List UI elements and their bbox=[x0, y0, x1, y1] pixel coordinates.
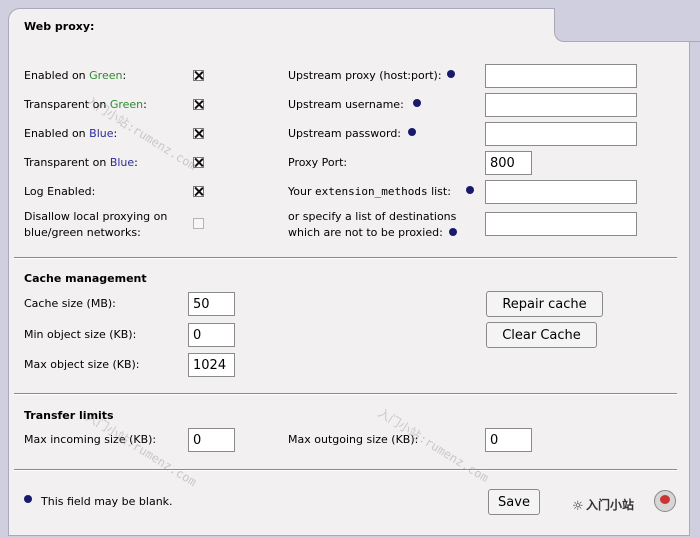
no-proxy-label-1: or specify a list of destinations bbox=[288, 210, 457, 223]
cache-size-label: Cache size (MB): bbox=[24, 297, 116, 310]
disallow-local-checkbox[interactable] bbox=[193, 218, 204, 229]
min-object-size-label: Min object size (KB): bbox=[24, 328, 137, 341]
repair-cache-button[interactable]: Repair cache bbox=[486, 291, 603, 317]
max-outgoing-size-input[interactable] bbox=[485, 428, 532, 452]
site-logo-text: 入门小站 bbox=[586, 498, 635, 512]
max-outgoing-size-label: Max outgoing size (KB): bbox=[288, 433, 419, 446]
blank-field-note: This field may be blank. bbox=[41, 495, 173, 508]
disallow-local-label-2: blue/green networks: bbox=[24, 226, 141, 239]
enabled-green-label: Enabled on Green: bbox=[24, 69, 127, 82]
no-proxy-input[interactable] bbox=[485, 212, 637, 236]
upstream-username-label: Upstream username: bbox=[288, 98, 404, 111]
upstream-password-input[interactable] bbox=[485, 122, 637, 146]
no-proxy-label-2: which are not to be proxied: bbox=[288, 226, 443, 239]
log-enabled-label: Log Enabled: bbox=[24, 185, 96, 198]
extension-methods-input[interactable] bbox=[485, 180, 637, 204]
max-object-size-label: Max object size (KB): bbox=[24, 358, 140, 371]
blank-allowed-dot-icon bbox=[408, 128, 416, 136]
extension-methods-label: Your extension_methods list: bbox=[288, 185, 451, 198]
max-object-size-input[interactable] bbox=[188, 353, 235, 377]
min-object-size-input[interactable] bbox=[188, 323, 235, 347]
max-incoming-size-input[interactable] bbox=[188, 428, 235, 452]
blank-allowed-dot-icon bbox=[466, 186, 474, 194]
upstream-password-label: Upstream password: bbox=[288, 127, 402, 140]
transparent-green-checkbox[interactable] bbox=[193, 99, 204, 110]
bird-logo-icon bbox=[654, 490, 676, 512]
blank-allowed-dot-icon bbox=[449, 228, 457, 236]
upstream-proxy-input[interactable] bbox=[485, 64, 637, 88]
tab-notch bbox=[554, 8, 700, 42]
wechat-icon: ☼ bbox=[572, 499, 584, 514]
section-divider bbox=[14, 393, 677, 395]
blank-allowed-dot-icon bbox=[413, 99, 421, 107]
cache-heading: Cache management bbox=[24, 272, 147, 285]
enabled-green-checkbox[interactable] bbox=[193, 70, 204, 81]
proxy-port-label: Proxy Port: bbox=[288, 156, 348, 169]
section-divider bbox=[14, 469, 677, 471]
section-title: Web proxy: bbox=[24, 20, 95, 33]
legend-dot-icon bbox=[24, 495, 32, 503]
blank-allowed-dot-icon bbox=[447, 70, 455, 78]
proxy-port-input[interactable] bbox=[485, 151, 532, 175]
clear-cache-button[interactable]: Clear Cache bbox=[486, 322, 597, 348]
transparent-blue-label: Transparent on Blue: bbox=[24, 156, 138, 169]
cache-size-input[interactable] bbox=[188, 292, 235, 316]
enabled-blue-checkbox[interactable] bbox=[193, 128, 204, 139]
enabled-blue-label: Enabled on Blue: bbox=[24, 127, 118, 140]
upstream-username-input[interactable] bbox=[485, 93, 637, 117]
section-divider bbox=[14, 257, 677, 259]
disallow-local-label-1: Disallow local proxying on bbox=[24, 210, 168, 223]
upstream-proxy-label: Upstream proxy (host:port): bbox=[288, 69, 442, 82]
save-button[interactable]: Save bbox=[488, 489, 540, 515]
log-enabled-checkbox[interactable] bbox=[193, 186, 204, 197]
